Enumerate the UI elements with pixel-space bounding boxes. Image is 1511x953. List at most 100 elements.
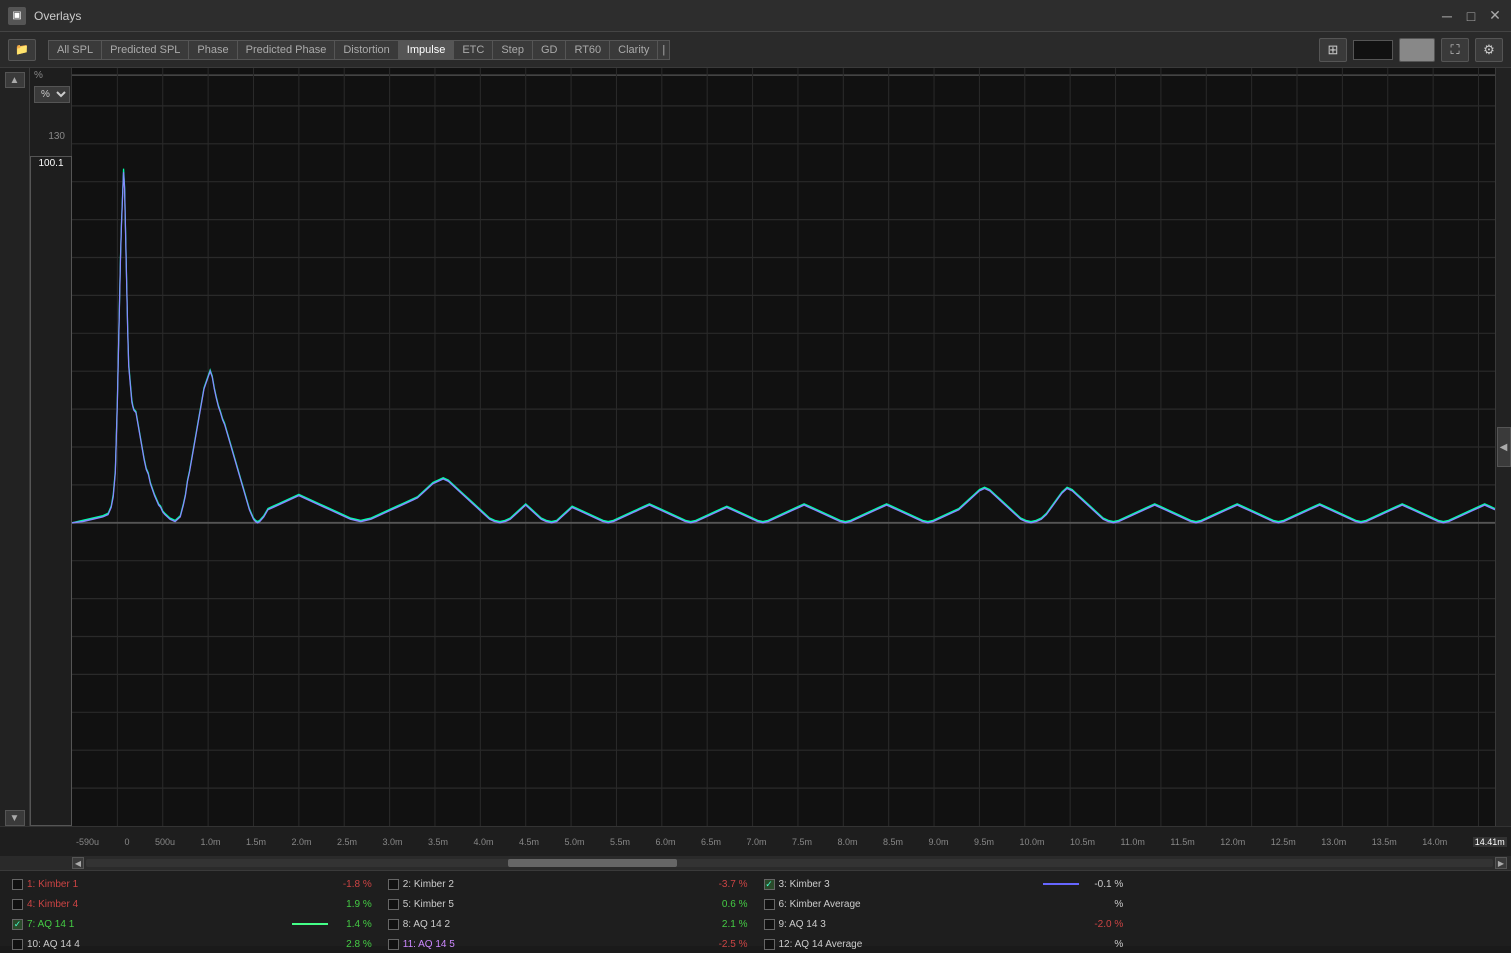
x-label-8-5m: 8.5m [883, 837, 903, 847]
x-label-1-5m: 1.5m [246, 837, 266, 847]
legend-value-12: % [1087, 939, 1123, 950]
title-bar: ▣ Overlays ─ □ ✕ [0, 0, 1511, 32]
main-area: ▲ ▼ % % 130 120 110 100 90 80 70 60 50 4… [0, 68, 1511, 826]
expand-right-button[interactable]: ◀ [1497, 427, 1511, 467]
legend-checkbox-12[interactable] [764, 939, 775, 950]
toolbar-right: ⊞ ⛶ ⚙ [1319, 38, 1503, 62]
legend-checkbox-6[interactable] [764, 899, 775, 910]
x-label-7m: 7.0m [747, 837, 767, 847]
tab-step[interactable]: Step [492, 40, 532, 60]
scrollbar-area: ◀ ▶ [0, 856, 1511, 870]
x-label-9m: 9.0m [929, 837, 949, 847]
scroll-left-button[interactable]: ◀ [72, 857, 84, 869]
chart-container: % % 130 120 110 100 90 80 70 60 50 40 30… [30, 68, 1511, 826]
legend-value-3: -0.1 % [1087, 879, 1123, 890]
legend-value-1: -1.8 % [336, 879, 372, 890]
legend-checkbox-9[interactable] [764, 919, 775, 930]
tab-rt60[interactable]: RT60 [565, 40, 609, 60]
legend-checkbox-5[interactable] [388, 899, 399, 910]
tab-etc[interactable]: ETC [453, 40, 492, 60]
x-label-10-5m: 10.5m [1070, 837, 1095, 847]
legend-checkbox-2[interactable] [388, 879, 399, 890]
legend-name-3: 3: Kimber 3 [779, 879, 1036, 890]
legend-value-9: -2.0 % [1087, 919, 1123, 930]
chart-area[interactable] [72, 68, 1495, 826]
legend-name-5: 5: Kimber 5 [403, 899, 708, 910]
legend-checkbox-4[interactable] [12, 899, 23, 910]
x-label-8m: 8.0m [838, 837, 858, 847]
legend-line-7 [292, 923, 328, 925]
tab-impulse[interactable]: Impulse [398, 40, 454, 60]
color-swatch[interactable] [1353, 40, 1393, 60]
window-title: Overlays [34, 9, 81, 23]
x-label-3m: 3.0m [383, 837, 403, 847]
legend-name-2: 2: Kimber 2 [403, 879, 708, 890]
legend-item-12: 12: AQ 14 Average % [764, 935, 1124, 953]
legend-item-8: 8: AQ 14 2 2.1 % [388, 915, 748, 933]
legend-checkbox-3[interactable]: ✓ [764, 879, 775, 890]
x-label-12m: 12.0m [1220, 837, 1245, 847]
tab-allspl[interactable]: All SPL [48, 40, 101, 60]
x-label-5m: 5.0m [565, 837, 585, 847]
scrollbar-thumb[interactable] [508, 859, 677, 867]
legend-item-10: 10: AQ 14 4 2.8 % [12, 935, 372, 953]
x-label-11m: 11.0m [1121, 837, 1145, 847]
legend-item-7: ✓ 7: AQ 14 1 1.4 % [12, 915, 372, 933]
tab-phase[interactable]: Phase [188, 40, 236, 60]
legend-name-9: 9: AQ 14 3 [779, 919, 1084, 930]
legend-area: 1: Kimber 1 -1.8 % 2: Kimber 2 -3.7 % ✓ … [0, 870, 1511, 946]
x-label-5-5m: 5.5m [610, 837, 630, 847]
maximize-button[interactable]: □ [1463, 8, 1479, 24]
legend-checkbox-11[interactable] [388, 939, 399, 950]
chart-svg [72, 68, 1495, 826]
legend-checkbox-10[interactable] [12, 939, 23, 950]
legend-value-2: -3.7 % [712, 879, 748, 890]
legend-item-2: 2: Kimber 2 -3.7 % [388, 875, 748, 893]
add-overlay-button[interactable]: ⊞ [1319, 38, 1347, 62]
x-label-14-41m: 14.41m [1473, 837, 1507, 847]
folder-button[interactable]: 📁 [8, 39, 36, 61]
legend-checkbox-1[interactable] [12, 879, 23, 890]
y-unit-select[interactable]: % [34, 86, 70, 103]
expand-button[interactable]: ⛶ [1441, 38, 1469, 62]
x-label-4-5m: 4.5m [519, 837, 539, 847]
settings-button[interactable]: ⚙ [1475, 38, 1503, 62]
clarity-separator: | [657, 40, 670, 60]
tab-predictedspl[interactable]: Predicted SPL [101, 40, 188, 60]
legend-name-8: 8: AQ 14 2 [403, 919, 708, 930]
gray-swatch [1399, 38, 1435, 62]
tab-group: All SPL Predicted SPL Phase Predicted Ph… [48, 40, 670, 60]
y-dropdown[interactable]: % [34, 86, 70, 103]
tab-gd[interactable]: GD [532, 40, 566, 60]
x-label-2-5m: 2.5m [337, 837, 357, 847]
x-label-6-5m: 6.5m [701, 837, 721, 847]
y-axis-controls: ▲ ▼ [0, 68, 30, 826]
legend-checkbox-7[interactable]: ✓ [12, 919, 23, 930]
legend-value-8: 2.1 % [712, 919, 748, 930]
scrollbar-track[interactable] [86, 859, 1493, 867]
y-scroll-up-button[interactable]: ▲ [5, 72, 25, 88]
x-label-14m: 14.0m [1422, 837, 1447, 847]
legend-name-11: 11: AQ 14 5 [403, 939, 708, 950]
tab-distortion[interactable]: Distortion [334, 40, 397, 60]
x-label-13m: 13.0m [1321, 837, 1346, 847]
y-scroll-down-button[interactable]: ▼ [5, 810, 25, 826]
legend-checkbox-8[interactable] [388, 919, 399, 930]
x-label-13-5m: 13.5m [1372, 837, 1397, 847]
y-label-130: 130 [32, 131, 69, 142]
legend-item-blank-mid-right [1139, 895, 1499, 913]
minimize-button[interactable]: ─ [1439, 8, 1455, 24]
tab-predictedphase[interactable]: Predicted Phase [237, 40, 335, 60]
y-unit-label: % [34, 70, 43, 81]
legend-name-10: 10: AQ 14 4 [27, 939, 332, 950]
legend-line-3 [1043, 883, 1079, 885]
close-button[interactable]: ✕ [1487, 8, 1503, 24]
x-label-9-5m: 9.5m [974, 837, 994, 847]
legend-name-1: 1: Kimber 1 [27, 879, 332, 890]
scroll-right-button[interactable]: ▶ [1495, 857, 1507, 869]
x-label-6m: 6.0m [656, 837, 676, 847]
x-label-10m: 10.0m [1020, 837, 1045, 847]
legend-item-11: 11: AQ 14 5 -2.5 % [388, 935, 748, 953]
legend-name-7: 7: AQ 14 1 [27, 919, 284, 930]
tab-clarity[interactable]: Clarity [609, 40, 657, 60]
